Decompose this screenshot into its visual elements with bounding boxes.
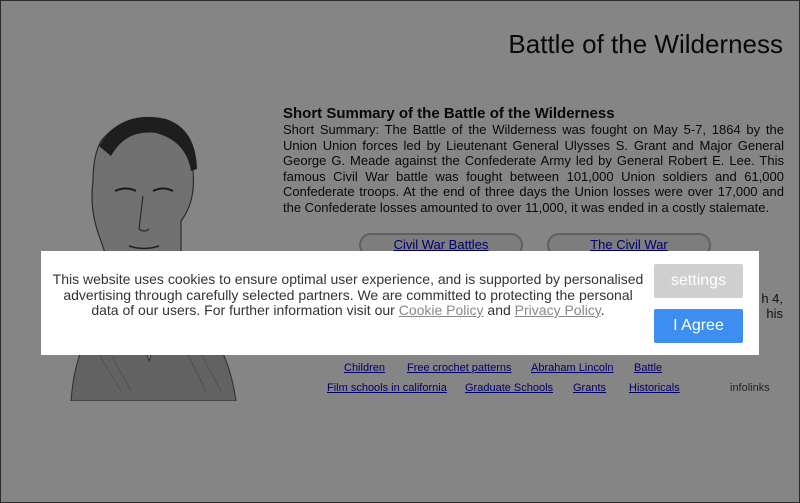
settings-button[interactable]: settings bbox=[654, 264, 743, 298]
privacy-policy-link[interactable]: Privacy Policy bbox=[515, 302, 601, 318]
cookie-consent-dialog: This website uses cookies to ensure opti… bbox=[41, 251, 759, 355]
cookie-policy-link[interactable]: Cookie Policy bbox=[399, 302, 484, 318]
cookie-message-and: and bbox=[483, 302, 515, 318]
cookie-message: This website uses cookies to ensure opti… bbox=[51, 271, 645, 319]
agree-button[interactable]: I Agree bbox=[654, 309, 743, 343]
cookie-message-period: . bbox=[600, 302, 605, 318]
